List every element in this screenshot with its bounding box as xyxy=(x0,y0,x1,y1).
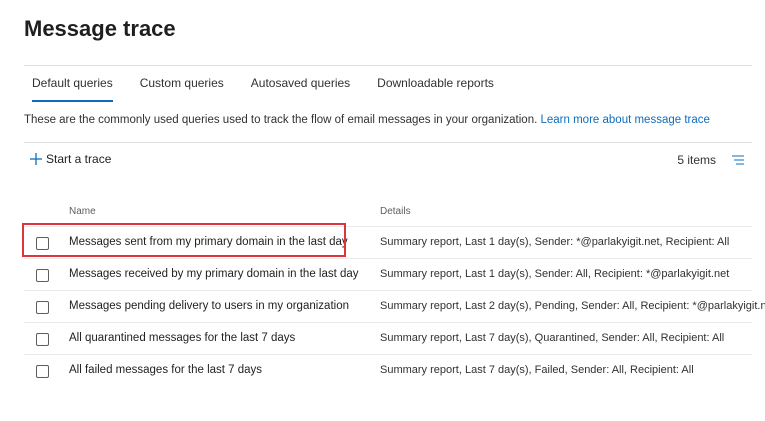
column-header-name[interactable]: Name xyxy=(69,206,96,217)
toolbar-divider xyxy=(24,142,752,143)
tab-downloadable-reports[interactable]: Downloadable reports xyxy=(369,66,502,102)
tab-autosaved-queries[interactable]: Autosaved queries xyxy=(243,66,358,102)
row-details: Summary report, Last 7 day(s), Quarantin… xyxy=(380,332,725,344)
row-checkbox[interactable] xyxy=(36,237,49,250)
table-row[interactable]: All failed messages for the last 7 days … xyxy=(24,354,752,387)
tab-custom-queries[interactable]: Custom queries xyxy=(132,66,232,102)
row-checkbox[interactable] xyxy=(36,269,49,282)
item-count: 5 items xyxy=(677,153,716,167)
page-title: Message trace xyxy=(24,16,176,41)
description-text: These are the commonly used queries used… xyxy=(24,114,538,126)
tab-default-queries[interactable]: Default queries xyxy=(24,66,121,102)
table-row[interactable]: All quarantined messages for the last 7 … xyxy=(24,322,752,355)
row-name[interactable]: Messages received by my primary domain i… xyxy=(69,268,359,280)
row-name[interactable]: All failed messages for the last 7 days xyxy=(69,364,262,376)
table-row[interactable]: Messages received by my primary domain i… xyxy=(24,258,752,291)
row-name[interactable]: All quarantined messages for the last 7 … xyxy=(69,332,295,344)
row-details: Summary report, Last 1 day(s), Sender: A… xyxy=(380,268,730,280)
row-checkbox[interactable] xyxy=(36,365,49,378)
row-name[interactable]: Messages pending delivery to users in my… xyxy=(69,300,349,312)
table-row[interactable]: Messages sent from my primary domain in … xyxy=(24,226,752,259)
column-header-details[interactable]: Details xyxy=(380,206,411,217)
page-description: These are the commonly used queries used… xyxy=(24,114,710,126)
list-options-icon[interactable] xyxy=(731,154,745,166)
learn-more-link[interactable]: Learn more about message trace xyxy=(541,114,710,126)
table-row[interactable]: Messages pending delivery to users in my… xyxy=(24,290,765,323)
start-trace-label: Start a trace xyxy=(46,152,112,166)
row-details: Summary report, Last 7 day(s), Failed, S… xyxy=(380,364,694,376)
start-trace-button[interactable]: Start a trace xyxy=(29,152,111,166)
row-details: Summary report, Last 2 day(s), Pending, … xyxy=(380,300,765,312)
plus-icon xyxy=(30,153,42,165)
row-checkbox[interactable] xyxy=(36,333,49,346)
row-details: Summary report, Last 1 day(s), Sender: *… xyxy=(380,236,730,248)
tab-bar: Default queries Custom queries Autosaved… xyxy=(24,66,513,102)
row-checkbox[interactable] xyxy=(36,301,49,314)
row-name[interactable]: Messages sent from my primary domain in … xyxy=(69,236,348,248)
